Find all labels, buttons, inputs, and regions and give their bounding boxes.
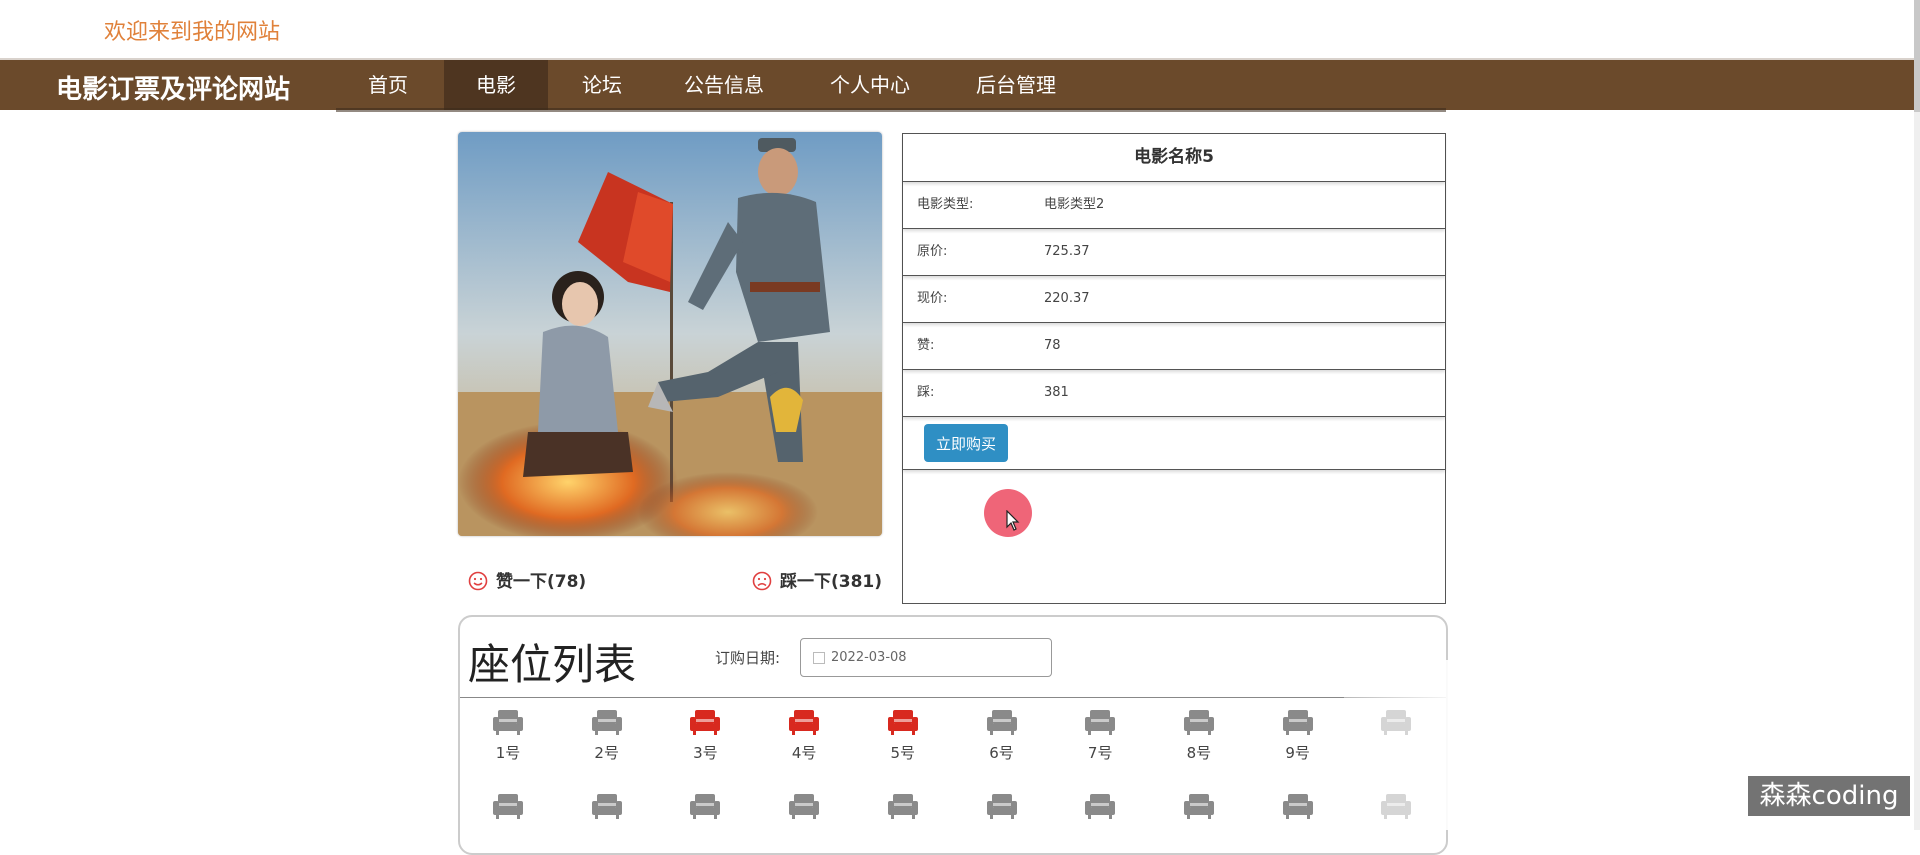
seat-number: 5号 [890,744,916,762]
field-label: 赞: [917,338,935,353]
seat-2[interactable]: 2号 [577,708,637,763]
seat-next-row[interactable] [1070,792,1130,820]
site-brand[interactable]: 电影订票及评论网站 [56,69,290,106]
field-label: 电影类型: [917,197,974,212]
frown-icon [752,571,772,591]
page-scrollbar[interactable] [1914,0,1920,830]
seat-number: 8号 [1186,744,1212,762]
seat-next-row[interactable] [577,792,637,820]
seat-5[interactable]: 5号 [873,708,933,763]
welcome-text: 欢迎来到我的网站 [104,20,281,45]
seat-next-row[interactable] [972,792,1032,820]
smile-icon [468,571,488,591]
dislike-label: 踩一下(381) [780,572,883,592]
seat-8[interactable]: 8号 [1169,708,1229,763]
scrollbar-thumb[interactable] [1914,0,1920,112]
field-row: 踩: 381 [903,370,1445,417]
main-nav: 电影订票及评论网站 首页 电影 论坛 公告信息 个人中心 后台管理 [0,60,1914,110]
buy-row: 立即购买 [903,417,1445,470]
order-date-input[interactable]: 2022-03-08 [800,638,1052,677]
seat-next-row[interactable] [774,792,834,820]
nav-movies[interactable]: 电影 [444,60,548,110]
order-date-value: 2022-03-08 [831,650,907,665]
seat-3[interactable]: 3号 [675,708,735,763]
field-row: 原价: 725.37 [903,229,1445,276]
seat-4[interactable]: 4号 [774,708,834,763]
like-label: 赞一下(78) [496,572,587,592]
field-value: 381 [1044,385,1069,400]
seat-number: 1号 [495,744,521,762]
movie-info-panel: 电影名称5 电影类型: 电影类型2 原价: 725.37 现价: 220.37 赞: 7… [902,133,1446,604]
mouse-cursor-icon [1006,510,1020,531]
field-label: 现价: [917,291,948,306]
poster-image [458,132,882,536]
seat-partial[interactable] [1366,708,1426,736]
seat-number: 9号 [1285,744,1310,762]
field-value: 725.37 [1044,244,1090,259]
like-button[interactable]: 赞一下(78) [468,567,586,592]
movie-poster [458,132,882,536]
seat-next-row[interactable] [478,792,538,820]
seat-number: 6号 [989,744,1014,762]
seat-number: 3号 [693,744,718,762]
nav-forum[interactable]: 论坛 [550,60,654,110]
nav-admin[interactable]: 后台管理 [956,60,1076,110]
seat-next-row[interactable] [1268,792,1328,820]
nav-shadow [336,108,1446,112]
field-row: 电影类型: 电影类型2 [903,182,1445,229]
movie-title: 电影名称5 [903,134,1445,182]
seat-number: 4号 [791,744,817,762]
dislike-button[interactable]: 踩一下(381) [752,567,882,592]
field-value: 78 [1044,338,1061,353]
seat-next-row[interactable] [873,792,933,820]
field-label: 踩: [917,385,935,400]
calendar-icon [813,652,825,664]
seat-6[interactable]: 6号 [972,708,1032,763]
seat-9[interactable]: 9号 [1268,708,1328,763]
order-date-label: 订购日期: [715,649,781,667]
seat-list-title: 座位列表 [468,640,637,689]
field-row: 现价: 220.37 [903,276,1445,323]
field-value: 220.37 [1044,291,1090,306]
seat-7[interactable]: 7号 [1070,708,1130,763]
nav-profile[interactable]: 个人中心 [810,60,930,110]
field-value: 电影类型2 [1044,197,1105,212]
watermark: 森森coding [1748,776,1910,816]
nav-notices[interactable]: 公告信息 [666,60,782,110]
seat-divider [460,697,1446,698]
seat-1[interactable]: 1号 [478,708,538,763]
seat-partial[interactable] [1366,792,1426,820]
buy-now-button[interactable]: 立即购买 [924,424,1008,462]
field-label: 原价: [917,244,948,259]
seat-number: 2号 [594,744,619,762]
seat-next-row[interactable] [675,792,735,820]
field-row: 赞: 78 [903,323,1445,370]
seat-number: 7号 [1087,744,1113,762]
nav-home[interactable]: 首页 [336,60,440,110]
seat-next-row[interactable] [1169,792,1229,820]
